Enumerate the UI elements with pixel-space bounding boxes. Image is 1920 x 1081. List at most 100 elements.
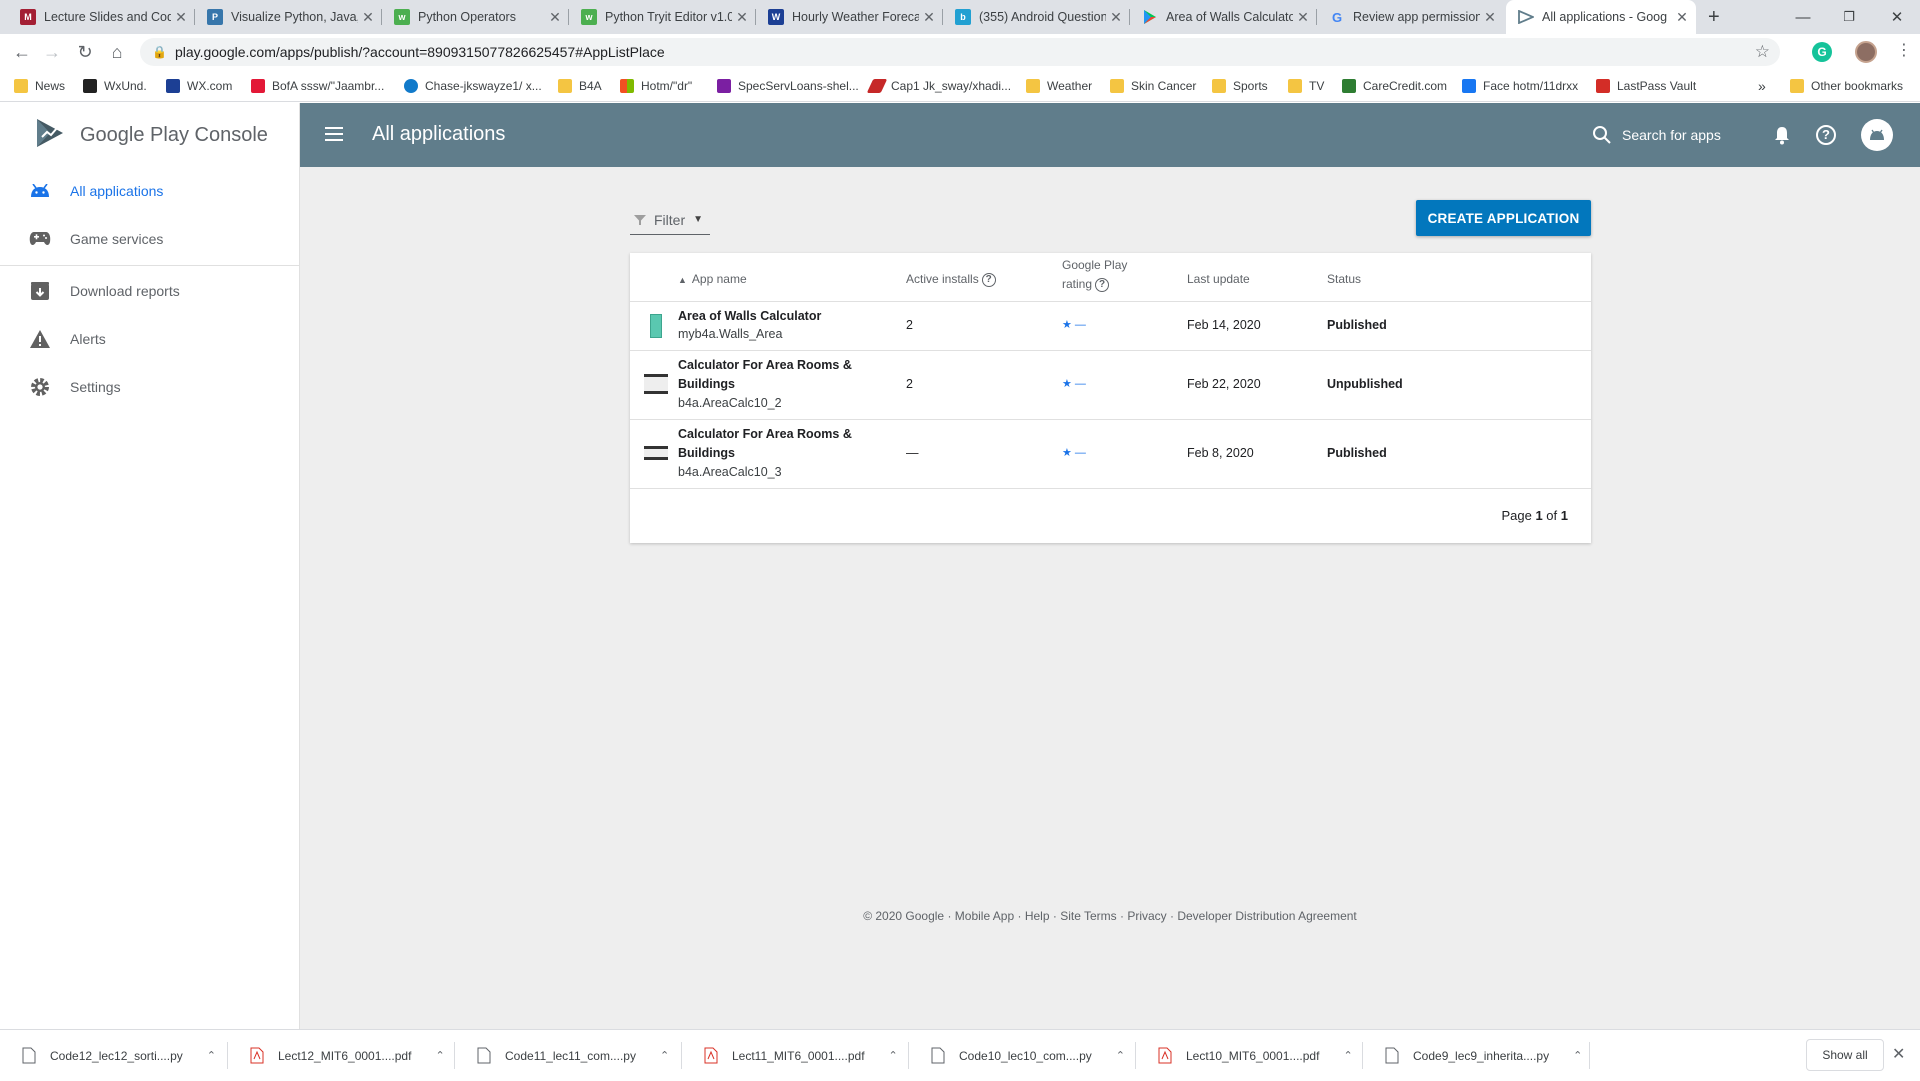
create-application-button[interactable]: CREATE APPLICATION	[1416, 200, 1591, 236]
bookmark-b4a[interactable]: B4A	[558, 77, 602, 95]
table-row[interactable]: Calculator For Area Rooms & Buildings b4…	[630, 350, 1591, 419]
browser-tab-active[interactable]: All applications - Goog ✕	[1506, 0, 1696, 34]
browser-tab[interactable]: W Hourly Weather Forecast ✕	[756, 0, 943, 34]
browser-menu-icon[interactable]: ⋮	[1896, 40, 1912, 60]
close-icon[interactable]: ✕	[919, 9, 939, 26]
footer-link-privacy[interactable]: Privacy	[1127, 909, 1166, 923]
browser-tab[interactable]: w Python Tryit Editor v1.0 ✕	[569, 0, 756, 34]
close-downloads-icon[interactable]: ✕	[1892, 1044, 1905, 1064]
sidebar-item-settings[interactable]: Settings	[0, 363, 299, 411]
reload-icon[interactable]: ↻	[71, 38, 99, 66]
bookmark-bofa[interactable]: BofA sssw/"Jaambr...	[251, 77, 384, 95]
bookmark-wxcom[interactable]: WX.com	[166, 77, 232, 95]
restore-icon[interactable]: ❐	[1826, 0, 1872, 34]
filter-icon	[634, 214, 646, 225]
download-item[interactable]: Lect12_MIT6_0001....pdf ⌃	[228, 1030, 455, 1081]
search-apps[interactable]: Search for apps	[1592, 125, 1721, 145]
back-icon[interactable]: ←	[8, 38, 36, 66]
bookmark-weather[interactable]: Weather	[1026, 77, 1092, 95]
bookmark-skin-cancer[interactable]: Skin Cancer	[1110, 77, 1196, 95]
browser-toolbar: ← → ↻ ⌂ 🔒 play.google.com/apps/publish/?…	[0, 34, 1920, 70]
browser-tab[interactable]: w Python Operators ✕	[382, 0, 569, 34]
bookmark-specserv[interactable]: SpecServLoans-shel...	[717, 77, 859, 95]
browser-tab[interactable]: G Review app permissions ✕	[1317, 0, 1504, 34]
close-icon[interactable]: ✕	[1293, 9, 1313, 26]
avatar[interactable]	[1855, 41, 1877, 63]
download-item[interactable]: Code11_lec11_com....py ⌃	[455, 1030, 682, 1081]
app-package: b4a.AreaCalc10_3	[678, 465, 782, 479]
close-icon[interactable]: ✕	[171, 9, 191, 26]
sidebar-item-alerts[interactable]: Alerts	[0, 315, 299, 363]
bookmark-tv[interactable]: TV	[1288, 77, 1324, 95]
bookmarks-overflow-icon[interactable]: »	[1758, 77, 1766, 95]
forward-icon[interactable]: →	[38, 38, 66, 66]
bookmark-wxund[interactable]: WxUnd.	[83, 77, 147, 95]
bookmark-cap1[interactable]: Cap1 Jk_sway/xhadi...	[866, 77, 1011, 95]
notifications-bell-icon[interactable]	[1770, 123, 1794, 147]
bookmark-facebook[interactable]: Face hotm/11drxx	[1462, 77, 1578, 95]
bookmark-lastpass[interactable]: LastPass Vault	[1596, 77, 1696, 95]
address-bar[interactable]: 🔒 play.google.com/apps/publish/?account=…	[140, 38, 1780, 66]
bookmark-sports[interactable]: Sports	[1212, 77, 1268, 95]
close-icon[interactable]: ✕	[358, 9, 378, 26]
chevron-up-icon[interactable]: ⌃	[207, 1049, 216, 1062]
chevron-up-icon[interactable]: ⌃	[1343, 1049, 1352, 1062]
close-icon[interactable]: ✕	[732, 9, 752, 26]
sidebar-item-all-applications[interactable]: All applications	[0, 167, 299, 215]
show-all-downloads-button[interactable]: Show all	[1806, 1039, 1884, 1071]
footer-link-site-terms[interactable]: Site Terms	[1060, 909, 1116, 923]
browser-tab[interactable]: P Visualize Python, Java, J ✕	[195, 0, 382, 34]
footer-link-help[interactable]: Help	[1025, 909, 1050, 923]
download-item[interactable]: Code9_lec9_inherita....py ⌃	[1363, 1030, 1590, 1081]
download-item[interactable]: Code12_lec12_sorti....py ⌃	[0, 1030, 228, 1081]
console-brand[interactable]: Google Play Console	[0, 103, 300, 167]
footer-link-dda[interactable]: Developer Distribution Agreement	[1177, 909, 1356, 923]
app-package: b4a.AreaCalc10_2	[678, 396, 782, 410]
table-row[interactable]: Calculator For Area Rooms & Buildings b4…	[630, 419, 1591, 488]
bookmark-star-icon[interactable]: ☆	[1755, 42, 1770, 62]
account-avatar[interactable]	[1861, 119, 1893, 151]
sidebar-item-game-services[interactable]: Game services	[0, 215, 299, 263]
chevron-up-icon[interactable]: ⌃	[1116, 1049, 1125, 1062]
download-item[interactable]: Code10_lec10_com....py ⌃	[909, 1030, 1136, 1081]
help-icon[interactable]: ?	[981, 272, 996, 287]
help-icon[interactable]: ?	[1095, 277, 1110, 292]
close-icon[interactable]: ✕	[1480, 9, 1500, 26]
column-header-app-name[interactable]: ▲ App name	[678, 272, 747, 286]
filter-dropdown[interactable]: Filter ▼	[630, 205, 710, 235]
chevron-up-icon[interactable]: ⌃	[889, 1049, 898, 1062]
browser-tab[interactable]: b (355) Android Questions ✕	[943, 0, 1130, 34]
other-bookmarks[interactable]: Other bookmarks	[1790, 77, 1903, 95]
play-icon	[1142, 9, 1158, 25]
tab-title: Review app permissions	[1353, 10, 1480, 24]
chevron-up-icon[interactable]: ⌃	[435, 1049, 444, 1062]
chevron-up-icon[interactable]: ⌃	[1573, 1049, 1582, 1062]
menu-icon[interactable]	[322, 123, 346, 147]
rating: ★ —	[1062, 447, 1086, 459]
footer-link-mobile-app[interactable]: Mobile App	[955, 909, 1014, 923]
browser-tab[interactable]: Area of Walls Calculator ✕	[1130, 0, 1317, 34]
new-tab-button[interactable]: +	[1708, 6, 1720, 29]
bookmark-carecredit[interactable]: CareCredit.com	[1342, 77, 1447, 95]
browser-tab[interactable]: M Lecture Slides and Code ✕	[8, 0, 195, 34]
table-row[interactable]: Area of Walls Calculator myb4a.Walls_Are…	[630, 301, 1591, 350]
bookmark-chase[interactable]: Chase-jkswayze1/ x...	[404, 77, 542, 95]
sidebar-item-download-reports[interactable]: Download reports	[0, 267, 299, 315]
grammarly-icon[interactable]: G	[1812, 42, 1832, 62]
home-icon[interactable]: ⌂	[103, 38, 131, 66]
window-close-icon[interactable]: ✕	[1874, 0, 1920, 34]
gear-icon	[28, 375, 52, 399]
wunderground-icon	[83, 79, 97, 93]
close-icon[interactable]: ✕	[545, 9, 565, 26]
minimize-icon[interactable]: —	[1780, 0, 1826, 34]
close-icon[interactable]: ✕	[1672, 9, 1692, 26]
bookmark-news[interactable]: News	[14, 77, 65, 95]
last-update: Feb 14, 2020	[1187, 318, 1261, 332]
download-item[interactable]: Lect10_MIT6_0001....pdf ⌃	[1136, 1030, 1363, 1081]
close-icon[interactable]: ✕	[1106, 9, 1126, 26]
help-icon[interactable]: ?	[1814, 123, 1838, 147]
download-item[interactable]: Lect11_MIT6_0001....pdf ⌃	[682, 1030, 909, 1081]
bookmark-hotm[interactable]: Hotm/"dr"	[620, 77, 692, 95]
tab-title: Python Operators	[418, 10, 516, 24]
chevron-up-icon[interactable]: ⌃	[660, 1049, 669, 1062]
